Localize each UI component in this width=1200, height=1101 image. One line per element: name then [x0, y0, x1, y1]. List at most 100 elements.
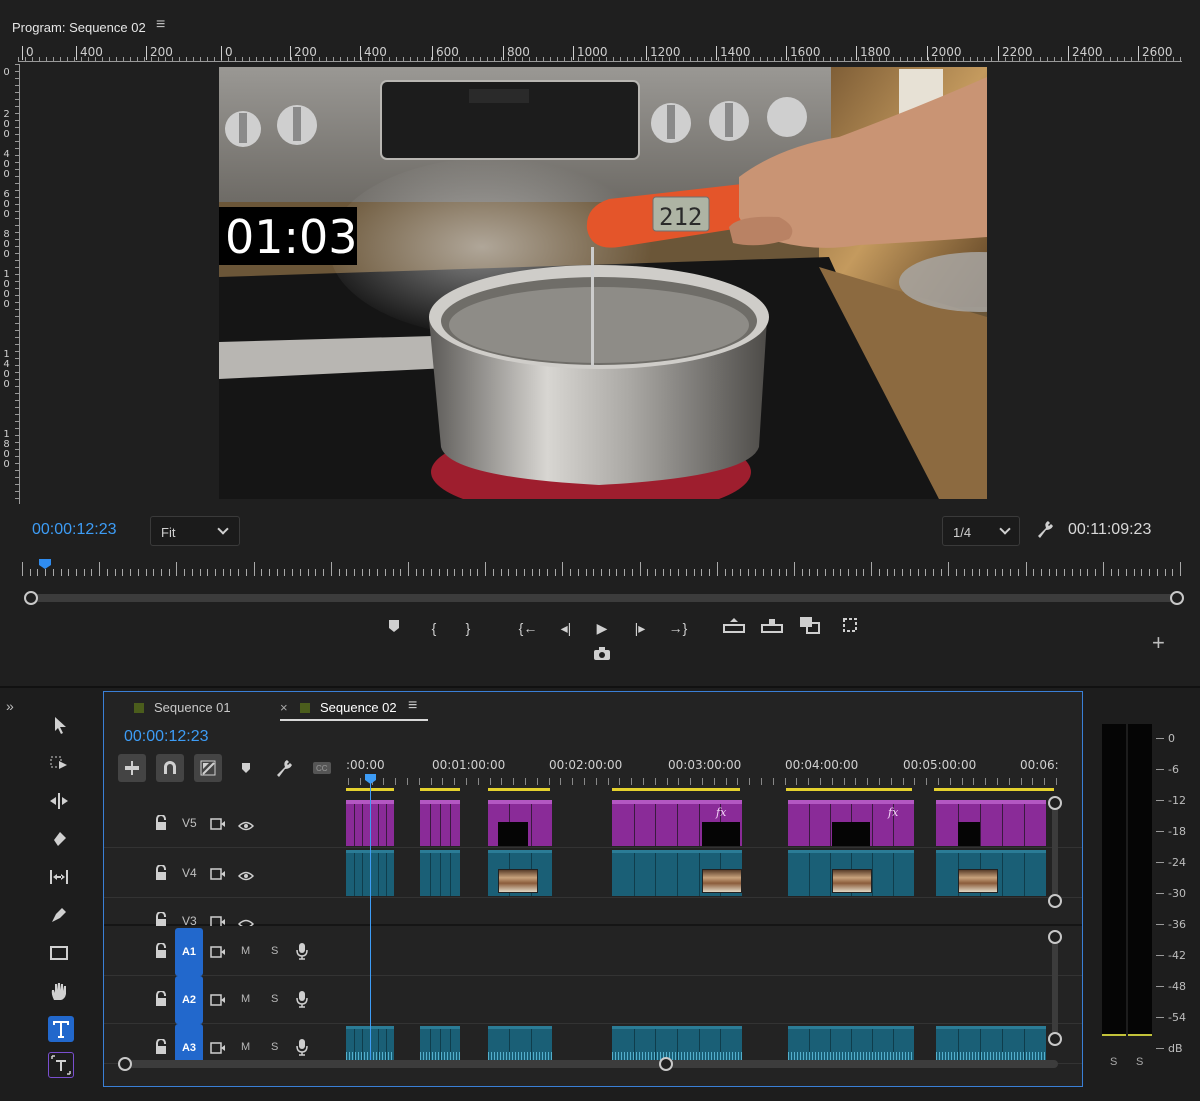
audio-tracks-scrollbar[interactable] [1048, 930, 1062, 1046]
eye-icon[interactable] [237, 818, 255, 836]
expand-panels-icon[interactable]: » [6, 698, 14, 714]
timeline-scrub-ruler[interactable] [22, 556, 1181, 578]
playback-resolution-select[interactable]: 1/4 [942, 516, 1020, 546]
mark-in-button[interactable]: { [422, 616, 446, 640]
lock-icon[interactable] [154, 864, 168, 886]
clip-edit-point[interactable] [980, 804, 981, 846]
clip-edit-point[interactable] [1002, 804, 1003, 846]
clip-edit-point[interactable] [1002, 853, 1003, 896]
go-to-out-button[interactable]: →} [666, 616, 690, 640]
video-clip-v5[interactable] [420, 800, 460, 846]
clip-edit-point[interactable] [378, 804, 379, 846]
clip-edit-point[interactable] [440, 804, 441, 846]
clip-edit-point[interactable] [698, 853, 700, 896]
track-header-v5[interactable]: V5 [104, 800, 344, 848]
work-area-bar[interactable] [786, 788, 912, 791]
lock-icon[interactable] [154, 942, 168, 964]
panel-menu-icon[interactable]: ≡ [156, 16, 165, 34]
clip-edit-point[interactable] [809, 853, 810, 896]
scrollbar-handle-left[interactable] [118, 1057, 132, 1071]
type-tool-icon[interactable] [48, 1016, 74, 1042]
track-header-v4[interactable]: V4 [104, 850, 344, 898]
zoom-scrollbar-left-handle[interactable] [24, 591, 38, 605]
clip-edit-point[interactable] [386, 804, 387, 846]
add-marker-button[interactable] [382, 616, 406, 640]
overwrite-button[interactable] [798, 616, 822, 640]
clip-edit-point[interactable] [698, 804, 700, 846]
clip-edit-point[interactable] [530, 804, 532, 846]
clip-edit-point[interactable] [362, 804, 363, 846]
zoom-scrollbar-right-handle[interactable] [1170, 591, 1184, 605]
scrollbar-handle-right[interactable] [659, 1057, 673, 1071]
sync-lock-icon[interactable] [210, 945, 226, 963]
clip-edit-point[interactable] [450, 853, 451, 896]
clip-edit-point[interactable] [677, 804, 678, 846]
clip-edit-point[interactable] [830, 804, 831, 846]
video-clip-v4[interactable] [488, 850, 552, 896]
selection-tool-icon[interactable] [48, 714, 74, 740]
razor-tool-icon[interactable] [48, 828, 74, 854]
clip-edit-point[interactable] [430, 853, 431, 896]
work-area-bar[interactable] [488, 788, 550, 791]
timeline-settings-button[interactable] [270, 754, 298, 782]
pen-tool-icon[interactable] [48, 904, 74, 930]
scrollbar-handle-bottom[interactable] [1048, 1032, 1062, 1046]
clip-edit-point[interactable] [354, 853, 355, 896]
work-area-bar[interactable] [420, 788, 460, 791]
tab-sequence-02[interactable]: Sequence 02 [300, 700, 397, 715]
clip-edit-point[interactable] [677, 853, 678, 896]
timeline-timecode[interactable]: 00:00:12:23 [124, 728, 209, 746]
work-area-bar[interactable] [934, 788, 1054, 791]
work-area-bar[interactable] [612, 788, 740, 791]
add-marker-button[interactable] [232, 754, 260, 782]
step-forward-button[interactable]: |▸ [628, 616, 652, 640]
track-header-v3[interactable]: V3 [104, 900, 344, 926]
video-clip-v4[interactable] [788, 850, 914, 896]
clip-edit-point[interactable] [450, 804, 451, 846]
monitor-zoom-scrollbar[interactable] [24, 590, 1184, 606]
rectangle-tool-icon[interactable] [48, 942, 74, 968]
video-clip-v4[interactable] [936, 850, 1046, 896]
timeline-time-ruler[interactable]: :00:00 00:01:00:00 00:02:00:00 00:03:00:00 0… [344, 754, 1064, 794]
video-clip-v4[interactable] [420, 850, 460, 896]
captions-button[interactable]: CC [308, 754, 336, 782]
clip-edit-point[interactable] [354, 804, 355, 846]
clip-edit-point[interactable] [872, 804, 873, 846]
text-box-tool-icon[interactable] [48, 1052, 74, 1078]
video-clip-v5[interactable]: fx [788, 800, 914, 846]
play-button[interactable]: ▶ [590, 616, 614, 640]
panel-menu-icon[interactable]: ≡ [408, 697, 417, 715]
track-header-a1[interactable]: A1 M S [104, 928, 344, 976]
clip-edit-point[interactable] [440, 853, 441, 896]
source-patch-a2[interactable]: A2 [175, 976, 203, 1024]
mute-button[interactable]: M [241, 993, 250, 1005]
sync-lock-icon[interactable] [210, 817, 226, 835]
clip-edit-point[interactable] [809, 804, 810, 846]
clip-edit-point[interactable] [378, 853, 379, 896]
scrollbar-handle-top[interactable] [1048, 930, 1062, 944]
mute-button[interactable]: M [241, 945, 250, 957]
clip-edit-point[interactable] [830, 853, 831, 896]
scrollbar-handle-top[interactable] [1048, 796, 1062, 810]
mute-button[interactable]: M [241, 1041, 250, 1053]
solo-button[interactable]: S [271, 1041, 278, 1053]
video-clip-v5[interactable]: fx [612, 800, 742, 846]
clip-edit-point[interactable] [633, 853, 635, 896]
video-tracks-scrollbar[interactable] [1048, 796, 1062, 908]
insert-nest-toggle[interactable] [118, 754, 146, 782]
sync-lock-icon[interactable] [210, 993, 226, 1011]
zoom-level-select[interactable]: Fit [150, 516, 240, 546]
eye-icon[interactable] [237, 916, 255, 926]
timeline-horizontal-scrollbar[interactable] [118, 1056, 1058, 1072]
solo-channel-right[interactable]: S [1136, 1056, 1143, 1068]
program-video-frame[interactable]: 212 01:03 [219, 67, 987, 499]
video-clip-v5[interactable] [936, 800, 1046, 846]
settings-wrench-icon[interactable] [1036, 520, 1054, 543]
solo-channel-left[interactable]: S [1110, 1056, 1117, 1068]
clip-edit-point[interactable] [655, 853, 657, 896]
microphone-icon[interactable] [296, 990, 308, 1011]
clip-edit-point[interactable] [362, 853, 363, 896]
scrollbar-handle-bottom[interactable] [1048, 894, 1062, 908]
lock-icon[interactable] [154, 814, 168, 836]
solo-button[interactable]: S [271, 993, 278, 1005]
